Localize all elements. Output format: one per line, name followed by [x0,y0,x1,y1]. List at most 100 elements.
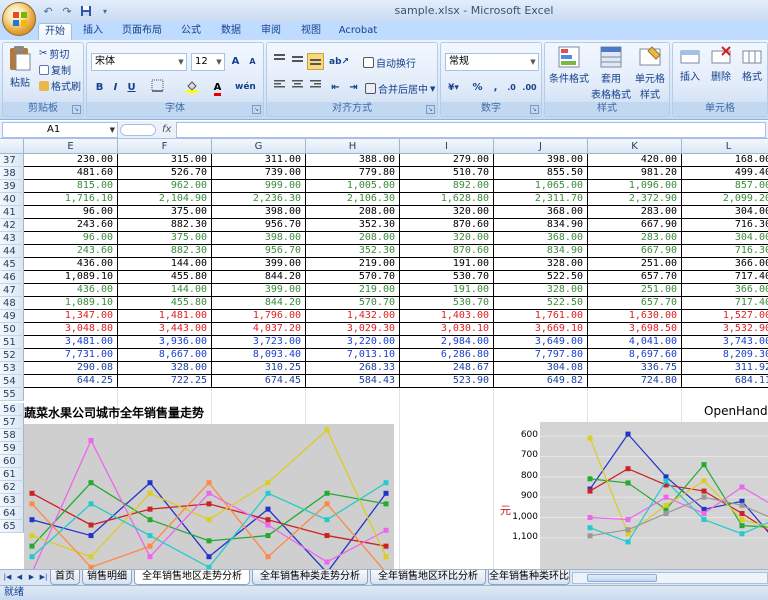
cell[interactable]: 717.40 [682,297,768,310]
insert-cells-button[interactable]: 插入 [675,45,705,83]
cell[interactable]: 251.00 [588,284,682,297]
font-launcher[interactable]: ↘ [252,105,261,114]
row-header[interactable]: 62 [0,481,24,494]
cell-styles-button[interactable]: 单元格 样式 [631,45,669,101]
cell[interactable]: 724.80 [588,375,682,388]
cell[interactable]: 2,236.30 [212,193,306,206]
chart1-plot[interactable] [24,424,394,569]
cell[interactable]: 191.00 [400,284,494,297]
cell[interactable]: 168.00 [682,154,768,167]
tab-home[interactable]: 开始 [38,23,72,40]
cell[interactable]: 268.33 [306,362,400,375]
row-header[interactable]: 64 [0,507,24,520]
cell[interactable]: 981.20 [588,167,682,180]
cell[interactable]: 243.60 [24,219,118,232]
cell[interactable]: 1,796.00 [212,310,306,323]
row-header[interactable]: 39 [0,180,24,193]
cell[interactable]: 1,065.00 [494,180,588,193]
row-header[interactable]: 47 [0,284,24,297]
cell[interactable]: 3,220.00 [306,336,400,349]
cell[interactable]: 304.08 [494,362,588,375]
cell[interactable]: 1,089.10 [24,297,118,310]
row-header[interactable]: 50 [0,323,24,336]
cell[interactable]: 8,697.60 [588,349,682,362]
row-header[interactable]: 51 [0,336,24,349]
cell[interactable]: 1,481.00 [118,310,212,323]
cell[interactable]: 844.20 [212,297,306,310]
sheet-tab-category-trend[interactable]: 全年销售种类走势分析 [252,570,368,585]
cell[interactable]: 1,403.00 [400,310,494,323]
font-name-combo[interactable]: 宋体 ▼ [91,53,187,71]
cell[interactable]: 4,041.00 [588,336,682,349]
cell[interactable]: 96.00 [24,232,118,245]
cell[interactable]: 3,532.90 [682,323,768,336]
scroll-thumb[interactable] [587,574,657,582]
formula-input[interactable] [176,122,766,138]
row-header[interactable]: 55 [0,388,24,401]
cell[interactable]: 283.00 [588,232,682,245]
cell[interactable]: 510.70 [400,167,494,180]
sheet-tab-home[interactable]: 首页 [50,570,80,585]
number-launcher[interactable]: ↘ [530,105,539,114]
cell[interactable]: 530.70 [400,271,494,284]
first-sheet-icon[interactable]: |◀ [2,571,13,584]
cell[interactable]: 279.00 [400,154,494,167]
percent-button[interactable]: % [469,79,486,96]
cell[interactable]: 398.00 [212,232,306,245]
sheet-tab-region-mom[interactable]: 全年销售地区环比分析 [370,570,486,585]
cell[interactable]: 304.00 [682,232,768,245]
cell[interactable]: 674.45 [212,375,306,388]
decrease-indent-button[interactable]: ⇤ [327,79,344,96]
row-header[interactable]: 42 [0,219,24,232]
row-header[interactable]: 48 [0,297,24,310]
underline-button[interactable]: U [123,79,140,96]
column-header-f[interactable]: F [118,139,212,154]
cell[interactable]: 657.70 [588,297,682,310]
cell[interactable]: 522.50 [494,297,588,310]
column-header-h[interactable]: H [306,139,400,154]
format-as-table-button[interactable]: 套用 表格格式 [591,45,631,101]
column-header-l[interactable]: L [682,139,768,154]
cell[interactable]: 436.00 [24,284,118,297]
cell[interactable]: 481.60 [24,167,118,180]
cell[interactable]: 857.00 [682,180,768,193]
cell[interactable]: 2,099.20 [682,193,768,206]
cell[interactable]: 3,649.00 [494,336,588,349]
cell[interactable]: 3,669.10 [494,323,588,336]
cell[interactable]: 191.00 [400,258,494,271]
cell[interactable]: 352.30 [306,219,400,232]
italic-button[interactable]: I [107,79,124,96]
cell[interactable]: 144.00 [118,284,212,297]
row-header[interactable]: 38 [0,167,24,180]
cell[interactable]: 4,037.20 [212,323,306,336]
cell[interactable]: 398.00 [212,206,306,219]
cell[interactable]: 2,372.90 [588,193,682,206]
cell[interactable]: 667.90 [588,245,682,258]
orientation-button[interactable]: ab↗ [329,53,349,70]
row-header[interactable]: 60 [0,455,24,468]
tab-review[interactable]: 审阅 [256,23,286,40]
cell[interactable]: 208.00 [306,232,400,245]
cell[interactable]: 328.00 [118,362,212,375]
row-header[interactable]: 59 [0,442,24,455]
align-middle-button[interactable] [289,53,306,70]
cell[interactable]: 834.90 [494,245,588,258]
cell[interactable]: 530.70 [400,297,494,310]
accounting-format-button[interactable]: ¥▾ [445,79,462,96]
cell[interactable]: 420.00 [588,154,682,167]
cell[interactable]: 388.00 [306,154,400,167]
cell[interactable]: 3,030.10 [400,323,494,336]
cell[interactable]: 352.30 [306,245,400,258]
comma-button[interactable]: , [487,79,504,96]
worksheet-grid[interactable]: E F G H I J K L 37 230.00 315.00 311.00 388.00 279.00… [0,139,768,569]
row-header[interactable]: 41 [0,206,24,219]
cell[interactable]: 230.00 [24,154,118,167]
cell[interactable]: 526.70 [118,167,212,180]
cell[interactable]: 328.00 [494,258,588,271]
align-bottom-button[interactable] [307,53,324,70]
cell[interactable]: 649.82 [494,375,588,388]
cell[interactable]: 834.90 [494,219,588,232]
cell[interactable]: 2,104.90 [118,193,212,206]
copy-button[interactable]: 复制 [39,62,71,77]
cell[interactable]: 1,005.00 [306,180,400,193]
